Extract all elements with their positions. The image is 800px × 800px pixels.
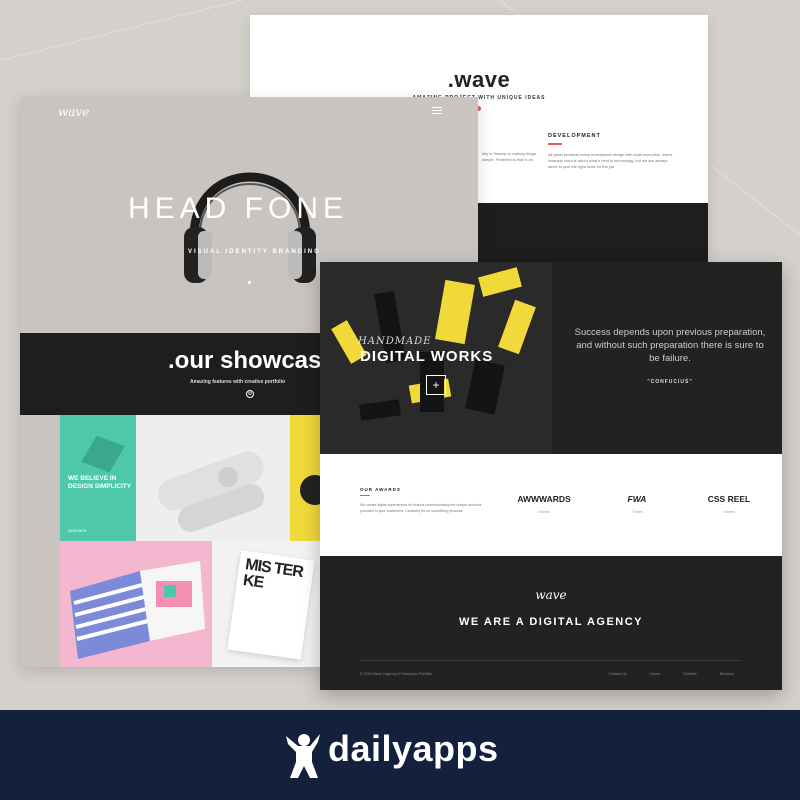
portfolio-tile-poster[interactable]: MIS TER KE [212,541,320,667]
development-title: DEVELOPMENT [548,133,601,139]
award-count: 7 times [631,510,643,514]
hero-title: HEAD FONE [128,192,349,225]
brand-title: .wave [447,67,511,92]
plus-button[interactable]: + [426,375,446,395]
awards-text: We create digital experiences for brands… [360,503,482,513]
award-logo-cssreel: CSS REEL [707,494,751,504]
footer-title: WE ARE A DIGITAL AGENCY [458,616,644,628]
dancing-figure-icon [286,734,320,778]
footer-logo[interactable]: wave [320,588,782,602]
quote-text: Success depends upon previous preparatio… [574,327,766,364]
scroll-indicator[interactable] [248,281,251,284]
award-logo-awwwards: AWWWARDS [517,494,571,504]
footer-link-behance[interactable]: Behance [720,672,734,676]
book-image [70,561,205,659]
award-logo-fwa: FWA [627,494,647,504]
image-caption: HANDMADE [358,336,432,347]
accent-bar [360,495,370,497]
footer-links: Contact Us Career Dribbble Behance [587,672,734,676]
poster: MIS TER KE [227,550,315,660]
awards-section: OUR AWARDS We create digital experiences… [320,454,782,556]
hero-subtitle: VISUAL IDENTITY BRANDING [188,249,321,255]
award-count: 4 times [723,510,735,514]
dailyapps-banner: dailyapps [0,710,800,800]
showcase-title: .our showcase [168,347,335,374]
settings-icon[interactable]: ⚙ [246,390,254,398]
showcase-subtitle: Amazing features with creative portfolio [190,379,286,385]
tile-caption: DESIGNER [68,529,87,533]
wave-logo[interactable]: wave [58,105,89,119]
footer-link-career[interactable]: Career [649,672,660,676]
awards-title: OUR AWARDS [360,487,401,492]
product-image [158,451,265,532]
footer-link-dribbble[interactable]: Dribbble [683,672,696,676]
portfolio-tile-simplicity[interactable]: WE BELIEVE IN DESIGN SIMPLICITY DESIGNER [60,415,136,541]
award-count: 5 times [538,510,550,514]
yellow-object [300,475,320,505]
background-line [0,0,292,61]
development-text: All great products every exceptional des… [548,152,673,169]
hamburger-icon[interactable] [432,107,442,116]
image-title: DIGITAL WORKS [360,348,494,365]
cube-shape [81,435,125,473]
copyright-text: © 2015 Wave | Agency & Freelancer Portfo… [360,672,433,676]
accent-bar [548,143,562,145]
footer-divider [360,660,742,661]
poster-text: MIS TER KE [241,556,304,592]
portfolio-tile-book[interactable] [60,541,212,667]
intro-text: lety is 'Beauty is making things simple.… [482,151,537,162]
tile-heading: WE BELIEVE IN DESIGN SIMPLICITY [68,475,132,490]
footer-link-contact[interactable]: Contact Us [609,672,627,676]
right-page-mockup: HANDMADE DIGITAL WORKS + Success depends… [320,262,782,690]
quote-author: "CONFUCIUS" [647,379,693,385]
dailyapps-wordmark: dailyapps [328,728,499,769]
portfolio-tile-yellow[interactable] [290,415,320,541]
digital-works-image: HANDMADE DIGITAL WORKS + [320,262,552,454]
portfolio-tile-product[interactable] [136,415,290,541]
